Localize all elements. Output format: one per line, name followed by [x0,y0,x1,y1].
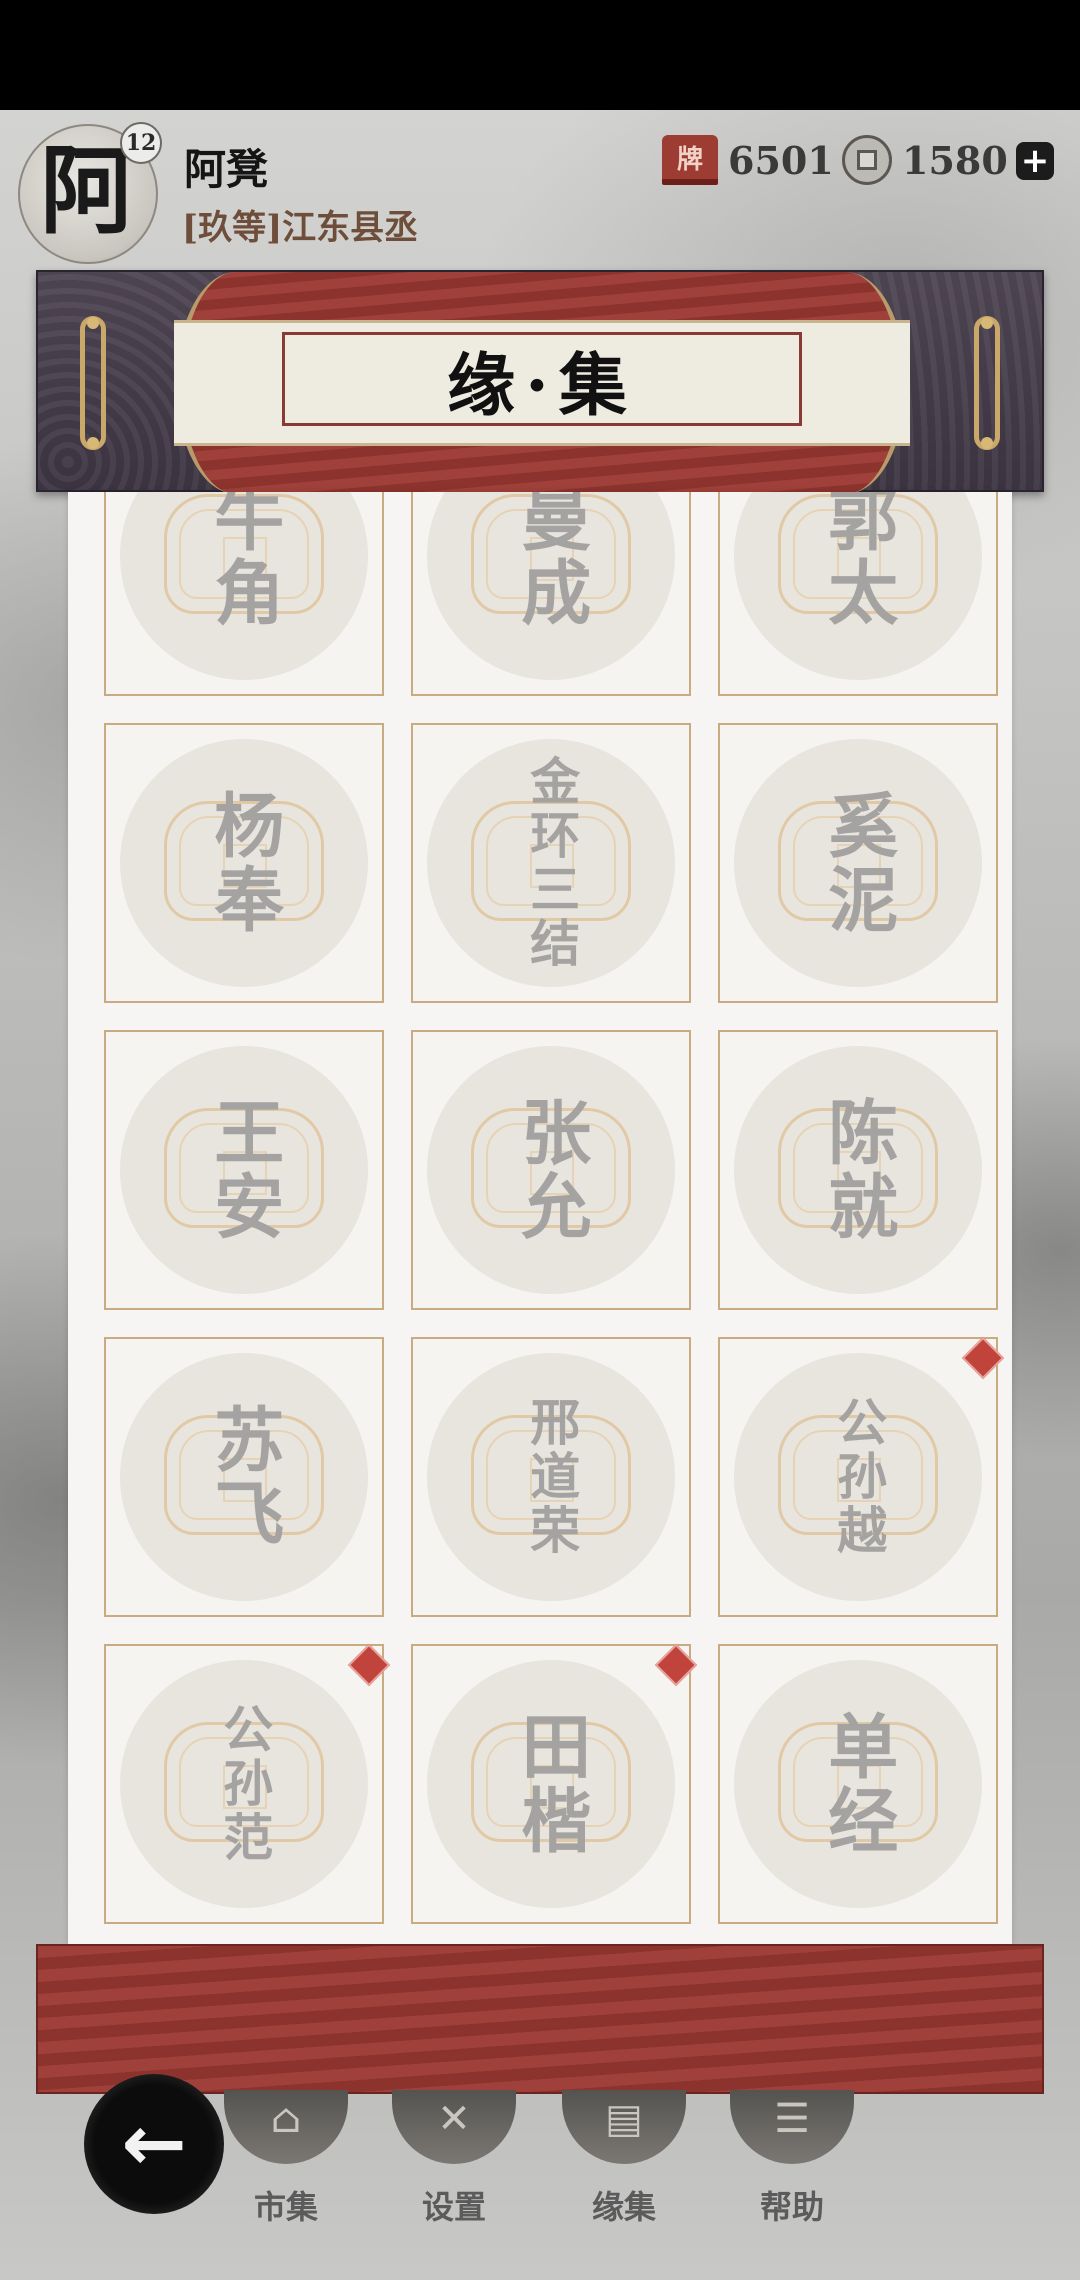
scroll-rod-right [974,316,1000,450]
character-card[interactable]: 邢道荣 [411,1337,691,1617]
character-card[interactable]: 金环三结 [411,723,691,1003]
nav-collection-label[interactable]: 缘集 [562,2182,686,2228]
character-card[interactable]: 田楷 [411,1643,698,1924]
card-name: 曼成 [509,492,593,630]
card-name: 王安 [202,1096,286,1244]
card-name: 田楷 [509,1710,593,1858]
character-card[interactable]: 奚泥 [718,723,998,1003]
card-name: 公孙范 [215,1703,275,1865]
card-seal-disc: 田楷 [427,1660,675,1908]
coin-count: 1580 [902,137,1008,183]
character-card[interactable]: 张允 [411,1030,691,1310]
footer-scroll-bar [36,1944,1044,2094]
card-name: 杨奉 [202,789,286,937]
card-seal-disc: 奚泥 [734,739,982,987]
status-bar [0,0,1080,110]
card-seal-disc: 王安 [120,1046,368,1294]
character-card[interactable]: 公孙越 [718,1336,1005,1617]
add-currency-button[interactable]: + [1016,142,1054,180]
character-card[interactable]: 陈就 [718,1030,998,1310]
card-name: 陈就 [816,1096,900,1244]
card-scroll-panel[interactable]: 牛角 曼成 郭太杨奉 金环三结 奚泥王安 张允 陈就苏飞 邢道荣 公孙越公孙范 田楷 单经 [68,492,1012,1944]
nav-help-label[interactable]: 帮助 [730,2182,854,2228]
character-card[interactable]: 曼成 [411,492,691,696]
back-button[interactable]: ← [84,2074,224,2214]
card-seal-disc: 公孙越 [734,1353,982,1601]
character-card[interactable]: 牛角 [104,492,384,696]
card-seal-disc: 杨奉 [120,739,368,987]
scroll-rod-left [80,316,106,450]
card-name: 金环三结 [522,755,582,971]
avatar-char: 阿 [40,134,136,247]
card-name: 单经 [816,1710,900,1858]
resource-ticket: 牌 6501 [662,132,834,188]
card-name: 邢道荣 [522,1396,582,1558]
card-name: 奚泥 [816,789,900,937]
character-card[interactable]: 单经 [718,1644,998,1924]
character-card[interactable]: 王安 [104,1030,384,1310]
card-name: 张允 [509,1096,593,1244]
title-banner: 缘·集 [36,270,1044,494]
card-seal-disc: 苏飞 [120,1353,368,1601]
character-card[interactable]: 郭太 [718,492,998,696]
card-seal-disc: 曼成 [427,492,675,680]
resource-coin: 1580 [842,132,1008,188]
nav-settings-label[interactable]: 设置 [392,2182,516,2228]
page-title: 缘·集 [447,345,637,426]
ticket-count: 6501 [728,137,834,183]
card-name: 公孙越 [829,1396,889,1558]
back-arrow-icon: ← [121,2099,187,2189]
character-card[interactable]: 公孙范 [104,1643,391,1924]
level-badge: 12 [120,122,162,164]
card-seal-disc: 单经 [734,1660,982,1908]
card-seal-disc: 邢道荣 [427,1353,675,1601]
card-seal-disc: 张允 [427,1046,675,1294]
card-name: 牛角 [202,492,286,630]
card-seal-disc: 金环三结 [427,739,675,987]
copper-coin-icon [842,135,892,185]
red-ticket-icon: 牌 [662,135,718,185]
card-seal-disc: 公孙范 [120,1660,368,1908]
character-card[interactable]: 苏飞 [104,1337,384,1617]
card-seal-disc: 陈就 [734,1046,982,1294]
nav-market-label[interactable]: 市集 [224,2182,348,2228]
card-name: 苏飞 [202,1403,286,1551]
player-name: 阿凳 [184,145,269,194]
player-rank: [玖等]江东县丞 [182,208,419,248]
banner-title-frame: 缘·集 [282,332,802,426]
card-seal-disc: 牛角 [120,492,368,680]
character-card[interactable]: 杨奉 [104,723,384,1003]
card-name: 郭太 [816,492,900,630]
card-seal-disc: 郭太 [734,492,982,680]
